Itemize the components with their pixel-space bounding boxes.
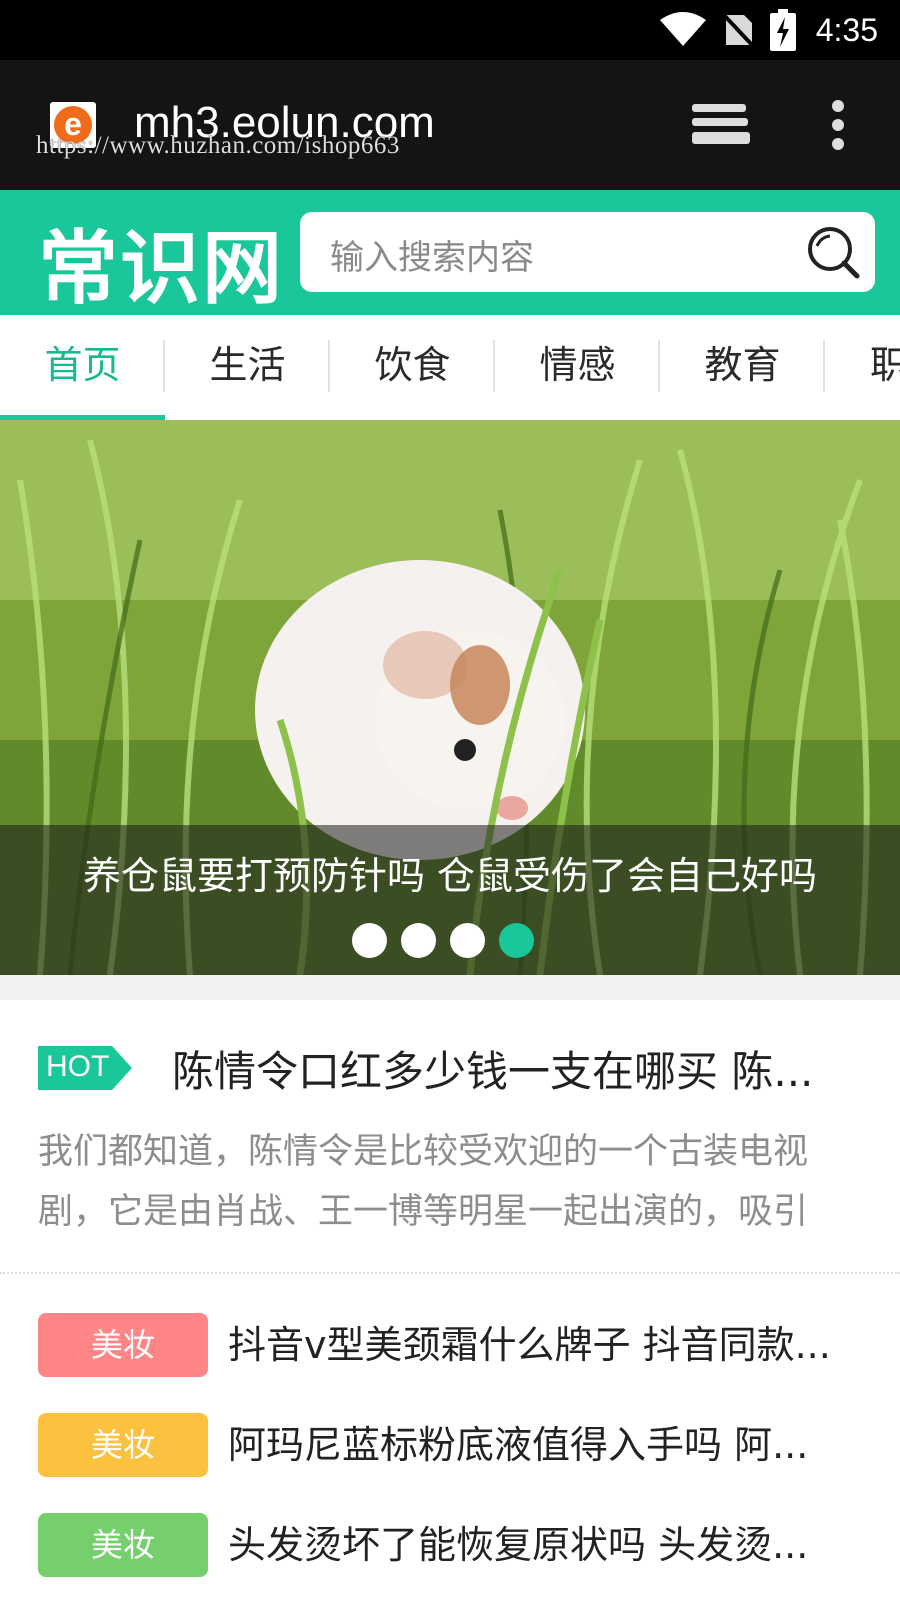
hot-article-description[interactable]: 我们都知道，陈情令是比较受欢迎的一个古装电视剧，它是由肖战、王一博等明星一起出演… <box>38 1122 868 1242</box>
carousel-dot-active[interactable] <box>499 923 534 958</box>
category-nav: 首页 生活 饮食 情感 教育 职 <box>0 315 900 420</box>
list-item-title[interactable]: 抖音v型美颈霜什么牌子 抖音同款... <box>228 1315 848 1375</box>
battery-charging-icon <box>769 9 796 51</box>
tab-food[interactable]: 饮食 <box>330 315 495 420</box>
hot-article-title[interactable]: 陈情令口红多少钱一支在哪买 陈... <box>172 1038 842 1099</box>
banner-carousel[interactable]: 养仓鼠要打预防针吗 仓鼠受伤了会自己好吗 <box>0 420 900 975</box>
carousel-dot[interactable] <box>450 923 485 958</box>
tabs-icon[interactable] <box>690 100 752 150</box>
tab-emotion[interactable]: 情感 <box>495 315 660 420</box>
list-item[interactable]: 美妆 阿玛尼蓝标粉底液值得入手吗 阿... <box>38 1413 878 1479</box>
no-sim-icon <box>721 11 754 49</box>
overflow-menu-icon[interactable] <box>830 98 846 152</box>
hot-badge: HOT <box>38 1046 132 1090</box>
list-item[interactable]: 美妆 抖音v型美颈霜什么牌子 抖音同款... <box>38 1313 878 1379</box>
hot-badge-label: HOT <box>46 1050 110 1083</box>
tab-career[interactable]: 职 <box>825 315 900 420</box>
status-bar: 4:35 <box>0 0 900 60</box>
clock: 4:35 <box>815 11 878 48</box>
section-divider <box>0 975 900 1000</box>
carousel-dot[interactable] <box>352 923 387 958</box>
browser-toolbar: e mh3.eolun.com https://www.huzhan.com/i… <box>0 60 900 190</box>
list-item-title[interactable]: 头发烫坏了能恢复原状吗 头发烫... <box>228 1515 848 1575</box>
tab-life[interactable]: 生活 <box>165 315 330 420</box>
site-header: 常识网 输入搜索内容 <box>0 190 900 315</box>
search-icon[interactable] <box>803 222 863 282</box>
status-icons: 4:35 <box>659 0 878 60</box>
list-item[interactable]: 美妆 头发烫坏了能恢复原状吗 头发烫... <box>38 1513 878 1579</box>
wifi-icon <box>659 12 706 46</box>
category-tag[interactable]: 美妆 <box>38 1313 208 1377</box>
watermark-text: https://www.huzhan.com/ishop663 <box>36 132 400 159</box>
site-logo[interactable]: 常识网 <box>38 204 284 320</box>
carousel-indicator <box>352 923 534 958</box>
category-tag[interactable]: 美妆 <box>38 1513 208 1577</box>
carousel-dot[interactable] <box>401 923 436 958</box>
dotted-divider <box>0 1272 900 1274</box>
list-item-title[interactable]: 阿玛尼蓝标粉底液值得入手吗 阿... <box>228 1415 848 1475</box>
tab-education[interactable]: 教育 <box>660 315 825 420</box>
tab-home[interactable]: 首页 <box>0 315 165 420</box>
search-input[interactable]: 输入搜索内容 <box>330 230 534 279</box>
search-box[interactable]: 输入搜索内容 <box>300 212 875 292</box>
category-tag[interactable]: 美妆 <box>38 1413 208 1477</box>
banner-caption[interactable]: 养仓鼠要打预防针吗 仓鼠受伤了会自己好吗 <box>0 845 900 900</box>
